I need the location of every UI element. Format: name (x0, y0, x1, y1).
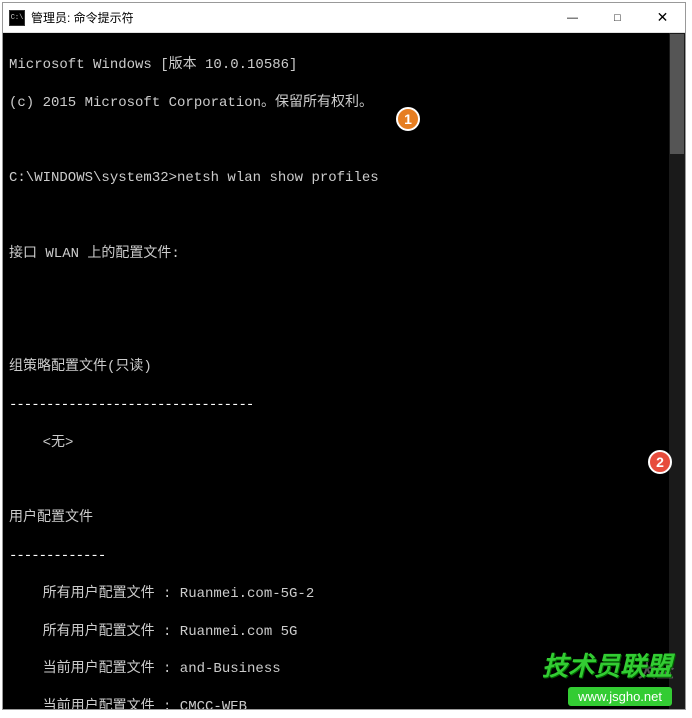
output-line: Microsoft Windows [版本 10.0.10586] (9, 56, 679, 75)
minimize-button[interactable]: — (550, 3, 595, 32)
blank-line (9, 320, 679, 339)
titlebar[interactable]: 管理员: 命令提示符 — □ ✕ (3, 3, 685, 33)
blank-line (9, 207, 679, 226)
profile-line: 所有用户配置文件 : Ruanmei.com-5G-2 (9, 585, 679, 604)
blank-line (9, 471, 679, 490)
annotation-badge-1: 1 (396, 107, 420, 131)
watermark-text: 技术员联盟 (542, 646, 672, 683)
annotation-badge-2: 2 (648, 450, 672, 474)
terminal-area[interactable]: Microsoft Windows [版本 10.0.10586] (c) 20… (3, 33, 685, 709)
cmd-window: 管理员: 命令提示符 — □ ✕ Microsoft Windows [版本 1… (2, 2, 686, 710)
window-controls: — □ ✕ (550, 3, 685, 32)
scrollbar[interactable] (669, 33, 685, 709)
cmd-icon (9, 10, 25, 26)
blank-line (9, 131, 679, 150)
section-header: 接口 WLAN 上的配置文件: (9, 245, 679, 264)
profile-line: 所有用户配置文件 : Ruanmei.com 5G (9, 623, 679, 642)
divider: --------------------------------- (9, 396, 679, 415)
watermark-url: www.jsgho.net (568, 687, 672, 706)
maximize-button[interactable]: □ (595, 3, 640, 32)
divider: ------------- (9, 547, 679, 566)
output-line: (c) 2015 Microsoft Corporation。保留所有权利。 (9, 94, 679, 113)
scrollbar-thumb[interactable] (670, 34, 684, 154)
prompt-line: C:\WINDOWS\system32>netsh wlan show prof… (9, 169, 679, 188)
close-button[interactable]: ✕ (640, 3, 685, 32)
blank-line (9, 283, 679, 302)
section-header: 用户配置文件 (9, 509, 679, 528)
section-header: 组策略配置文件(只读) (9, 358, 679, 377)
window-title: 管理员: 命令提示符 (31, 9, 550, 26)
output-line: <无> (9, 434, 679, 453)
